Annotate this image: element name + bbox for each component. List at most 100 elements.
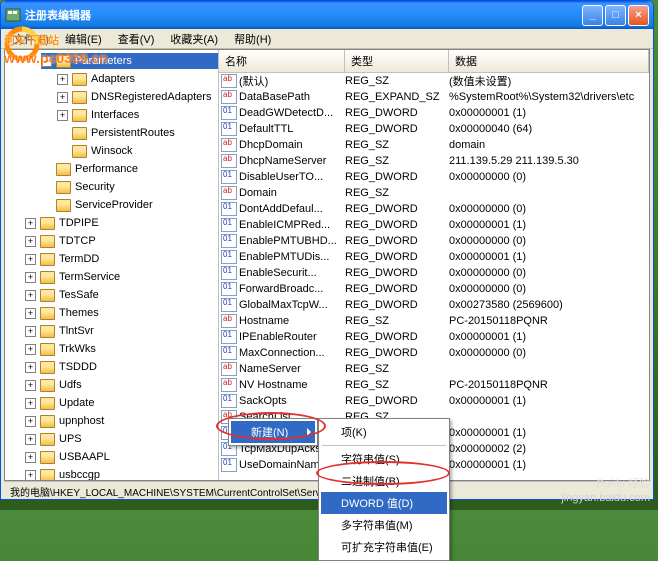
- tree-item[interactable]: +USBAAPL: [25, 449, 218, 465]
- tree-toggle-icon[interactable]: +: [25, 416, 36, 427]
- ctx-expandstring[interactable]: 可扩充字符串值(E): [321, 536, 447, 558]
- tree-toggle-icon[interactable]: +: [25, 470, 36, 481]
- ctx-binary[interactable]: 二进制值(B): [321, 470, 447, 492]
- dword-value-icon: [221, 298, 237, 312]
- ctx-multistring[interactable]: 多字符串值(M): [321, 514, 447, 536]
- list-row[interactable]: DefaultTTLREG_DWORD0x00000040 (64): [219, 121, 649, 137]
- tree-toggle-icon[interactable]: +: [57, 92, 68, 103]
- value-type: REG_DWORD: [345, 395, 449, 407]
- tree-toggle-icon[interactable]: +: [25, 380, 36, 391]
- tree-item[interactable]: +TrkWks: [25, 341, 218, 357]
- tree-toggle-icon[interactable]: +: [25, 308, 36, 319]
- tree-item[interactable]: ServiceProvider: [41, 197, 218, 213]
- tree-item[interactable]: +UPS: [25, 431, 218, 447]
- tree-pane[interactable]: −Parameters + Adapters +DNSRegisteredAdapte…: [5, 50, 219, 480]
- tree-toggle-icon[interactable]: +: [25, 344, 36, 355]
- tree-item[interactable]: +TSDDD: [25, 359, 218, 375]
- tree-item[interactable]: +Themes: [25, 305, 218, 321]
- window-title: 注册表编辑器: [25, 7, 91, 23]
- tree-item-label: Adapters: [91, 73, 135, 85]
- tree-item[interactable]: +usbccgp: [25, 467, 218, 480]
- value-name: EnableSecurit...: [239, 267, 345, 279]
- value-data: (数值未设置): [449, 73, 649, 89]
- tree-item[interactable]: Security: [41, 179, 218, 195]
- list-row[interactable]: EnableSecurit...REG_DWORD0x00000000 (0): [219, 265, 649, 281]
- tree-toggle-icon[interactable]: +: [25, 254, 36, 265]
- list-row[interactable]: DhcpDomainREG_SZdomain: [219, 137, 649, 153]
- menu-help[interactable]: 帮助(H): [226, 29, 279, 49]
- value-name: NameServer: [239, 363, 345, 375]
- tree-item[interactable]: Winsock: [57, 143, 218, 159]
- list-row[interactable]: EnableICMPRed...REG_DWORD0x00000001 (1): [219, 217, 649, 233]
- tree-toggle-icon[interactable]: +: [25, 362, 36, 373]
- close-button[interactable]: ×: [628, 5, 649, 26]
- ctx-key[interactable]: 项(K): [321, 421, 447, 443]
- list-row[interactable]: SackOptsREG_DWORD0x00000001 (1): [219, 393, 649, 409]
- tree-item[interactable]: + Adapters: [57, 71, 218, 87]
- tree-toggle-icon[interactable]: +: [25, 290, 36, 301]
- list-row[interactable]: DontAddDefaul...REG_DWORD0x00000000 (0): [219, 201, 649, 217]
- col-data[interactable]: 数据: [449, 50, 649, 72]
- tree-toggle-icon[interactable]: +: [57, 74, 68, 85]
- dword-value-icon: [221, 330, 237, 344]
- list-row[interactable]: DhcpNameServerREG_SZ211.139.5.29 211.139…: [219, 153, 649, 169]
- list-row[interactable]: EnablePMTUDis...REG_DWORD0x00000001 (1): [219, 249, 649, 265]
- minimize-button[interactable]: _: [582, 5, 603, 26]
- tree-item[interactable]: +upnphost: [25, 413, 218, 429]
- menu-edit[interactable]: 编辑(E): [57, 29, 110, 49]
- folder-icon: [40, 433, 55, 446]
- list-row[interactable]: DeadGWDetectD...REG_DWORD0x00000001 (1): [219, 105, 649, 121]
- value-type: REG_DWORD: [345, 251, 449, 263]
- list-row[interactable]: (默认)REG_SZ(数值未设置): [219, 73, 649, 89]
- list-row[interactable]: NameServerREG_SZ: [219, 361, 649, 377]
- ctx-dword[interactable]: DWORD 值(D): [321, 492, 447, 514]
- list-row[interactable]: EnablePMTUBHD...REG_DWORD0x00000000 (0): [219, 233, 649, 249]
- tree-item[interactable]: +DNSRegisteredAdapters: [57, 89, 218, 105]
- tree-item[interactable]: +Udfs: [25, 377, 218, 393]
- menu-favorites[interactable]: 收藏夹(A): [162, 29, 226, 49]
- tree-item[interactable]: −Parameters: [41, 53, 218, 69]
- ctx-string[interactable]: 字符串值(S): [321, 448, 447, 470]
- menu-file[interactable]: 文件(F): [5, 29, 57, 49]
- list-row[interactable]: DomainREG_SZ: [219, 185, 649, 201]
- tree-toggle-icon[interactable]: +: [25, 272, 36, 283]
- tree-toggle-icon[interactable]: +: [25, 452, 36, 463]
- tree-toggle-icon[interactable]: +: [25, 218, 36, 229]
- tree-item[interactable]: +TermDD: [25, 251, 218, 267]
- tree-toggle-icon[interactable]: +: [25, 236, 36, 247]
- context-menu-1[interactable]: 新建(N): [228, 418, 318, 446]
- tree-item[interactable]: +TDPIPE: [25, 215, 218, 231]
- titlebar[interactable]: 注册表编辑器 _ □ ×: [1, 1, 653, 29]
- tree-toggle-icon[interactable]: +: [57, 110, 68, 121]
- list-row[interactable]: MaxConnection...REG_DWORD0x00000000 (0): [219, 345, 649, 361]
- tree-item[interactable]: +TermService: [25, 269, 218, 285]
- tree-item[interactable]: +Update: [25, 395, 218, 411]
- list-row[interactable]: NV HostnameREG_SZPC-20150118PQNR: [219, 377, 649, 393]
- ctx-new[interactable]: 新建(N): [231, 421, 315, 443]
- context-menu-2[interactable]: 项(K) 字符串值(S) 二进制值(B) DWORD 值(D) 多字符串值(M)…: [318, 418, 450, 561]
- list-row[interactable]: DataBasePathREG_EXPAND_SZ%SystemRoot%\Sy…: [219, 89, 649, 105]
- col-type[interactable]: 类型: [345, 50, 449, 72]
- col-name[interactable]: 名称: [219, 50, 345, 72]
- folder-icon: [40, 253, 55, 266]
- maximize-button[interactable]: □: [605, 5, 626, 26]
- list-row[interactable]: IPEnableRouterREG_DWORD0x00000001 (1): [219, 329, 649, 345]
- list-row[interactable]: HostnameREG_SZPC-20150118PQNR: [219, 313, 649, 329]
- list-row[interactable]: GlobalMaxTcpW...REG_DWORD0x00273580 (256…: [219, 297, 649, 313]
- list-row[interactable]: DisableUserTO...REG_DWORD0x00000000 (0): [219, 169, 649, 185]
- tree-toggle-icon[interactable]: +: [25, 326, 36, 337]
- tree-item[interactable]: Performance: [41, 161, 218, 177]
- tree-item[interactable]: +TesSafe: [25, 287, 218, 303]
- tree-toggle-icon[interactable]: −: [41, 56, 52, 67]
- folder-icon: [40, 289, 55, 302]
- tree-item[interactable]: +Interfaces: [57, 107, 218, 123]
- menu-view[interactable]: 查看(V): [110, 29, 163, 49]
- tree-item[interactable]: +TDTCP: [25, 233, 218, 249]
- tree-toggle-icon[interactable]: +: [25, 398, 36, 409]
- tree-toggle-icon[interactable]: +: [25, 434, 36, 445]
- tree-item[interactable]: PersistentRoutes: [57, 125, 218, 141]
- string-value-icon: [221, 138, 237, 152]
- list-row[interactable]: ForwardBroadc...REG_DWORD0x00000000 (0): [219, 281, 649, 297]
- tree-item[interactable]: +TlntSvr: [25, 323, 218, 339]
- string-value-icon: [221, 74, 237, 88]
